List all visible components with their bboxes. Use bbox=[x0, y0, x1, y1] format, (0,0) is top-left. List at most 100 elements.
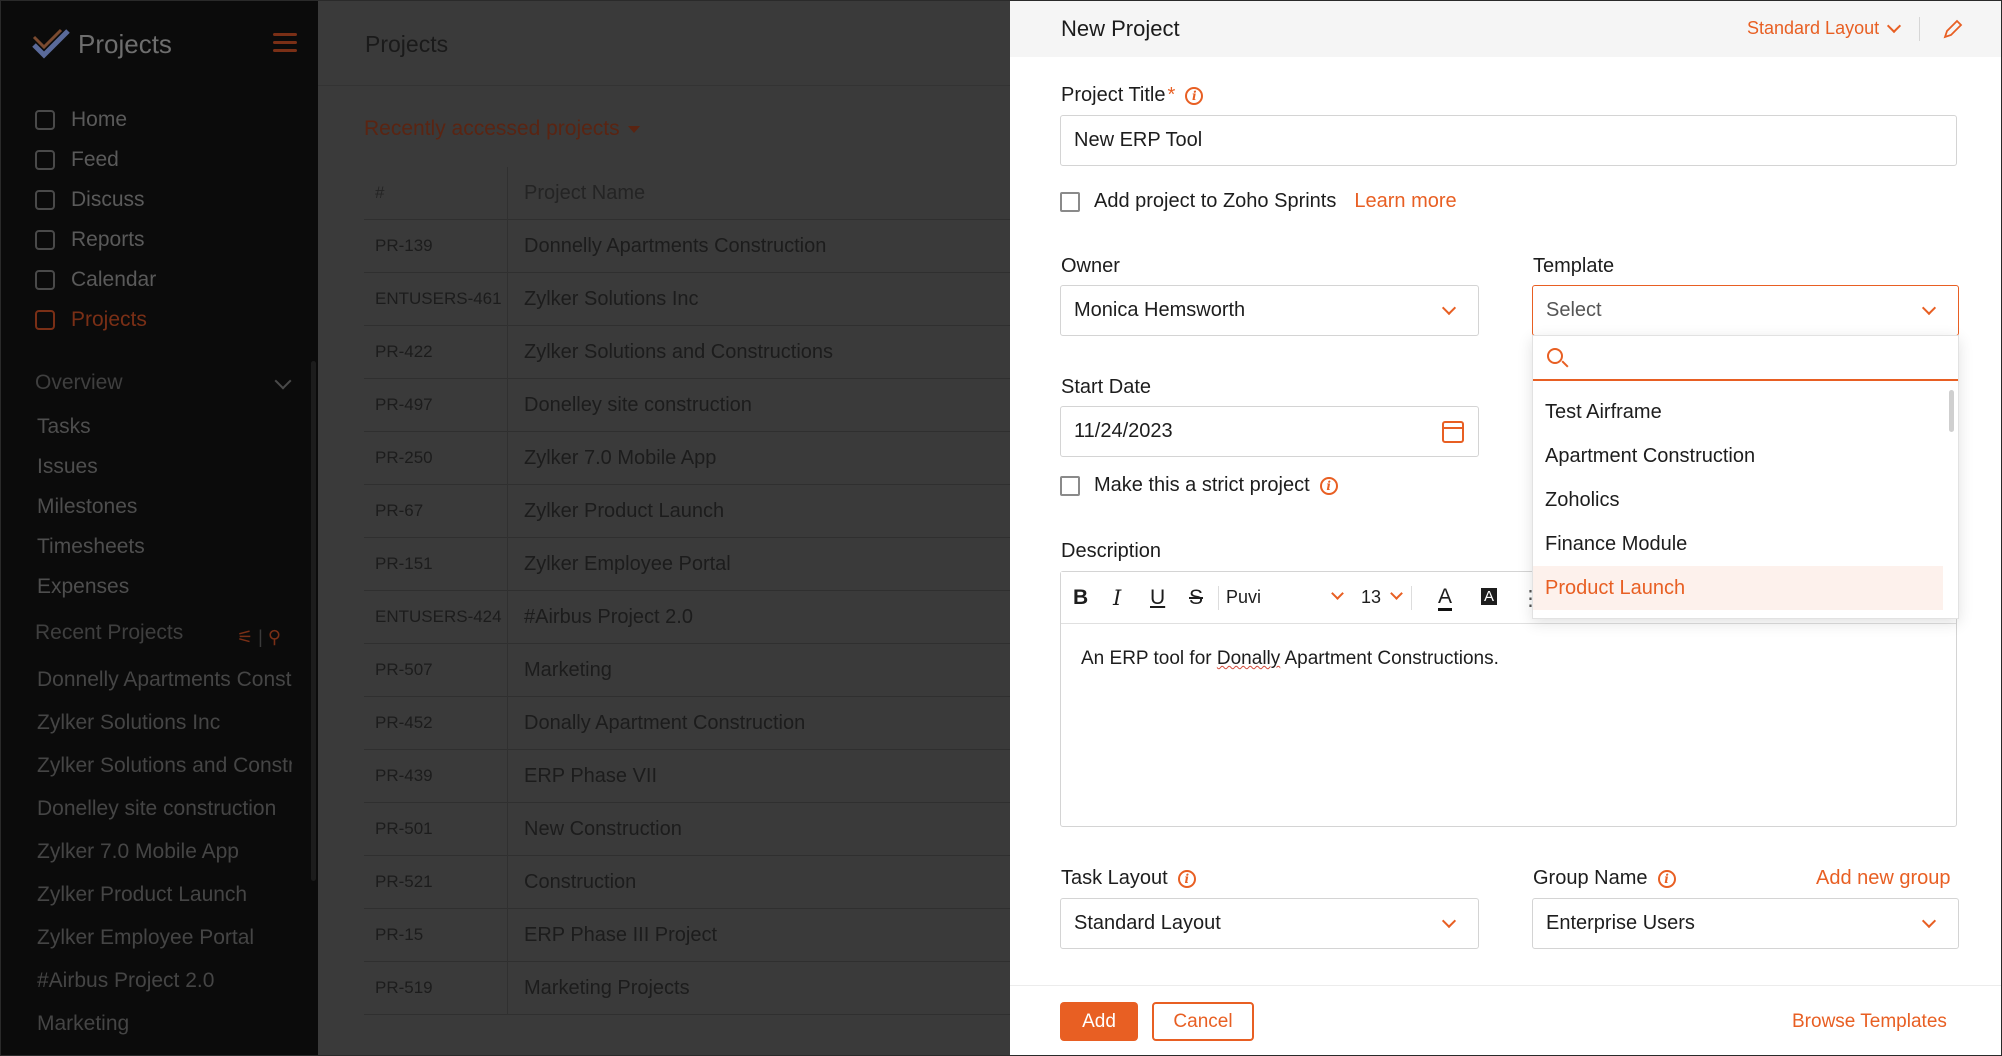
learn-more-link[interactable]: Learn more bbox=[1354, 190, 1456, 213]
add-new-group-link[interactable]: Add new group bbox=[1816, 867, 1951, 890]
table-row[interactable]: PR-439 ERP Phase VII bbox=[364, 750, 1010, 803]
project-name[interactable]: Zylker Product Launch bbox=[524, 500, 724, 523]
recent-project-item[interactable]: Zylker Product Launch bbox=[37, 883, 292, 907]
chevron-down-icon[interactable] bbox=[274, 372, 292, 390]
strikethrough-button[interactable]: S bbox=[1189, 586, 1203, 610]
sidebar-item-calendar[interactable]: Calendar bbox=[35, 265, 156, 295]
recent-projects-dropdown[interactable]: Recently accessed projects bbox=[364, 117, 640, 141]
sidebar-item-projects[interactable]: Projects bbox=[35, 305, 147, 335]
project-name[interactable]: Donelley site construction bbox=[524, 394, 752, 417]
table-row[interactable]: PR-151 Zylker Employee Portal bbox=[364, 538, 1010, 591]
table-row[interactable]: PR-15 ERP Phase III Project bbox=[364, 909, 1010, 962]
project-title-input[interactable]: New ERP Tool bbox=[1060, 115, 1957, 166]
chevron-down-icon[interactable] bbox=[1331, 587, 1344, 600]
recent-project-item[interactable]: #Airbus Project 2.0 bbox=[37, 969, 292, 993]
overview-item[interactable]: Milestones bbox=[37, 495, 137, 519]
template-option[interactable]: Zoholics bbox=[1533, 478, 1943, 522]
sprints-checkbox-label: Add project to Zoho Sprints bbox=[1094, 190, 1337, 212]
chevron-down-icon[interactable] bbox=[1390, 587, 1403, 600]
overview-item[interactable]: Timesheets bbox=[37, 535, 145, 559]
project-name[interactable]: Zylker Solutions and Constructions bbox=[524, 341, 833, 364]
table-row[interactable]: PR-507 Marketing bbox=[364, 644, 1010, 697]
pencil-icon[interactable] bbox=[1941, 17, 1965, 41]
table-row[interactable]: PR-452 Donally Apartment Construction bbox=[364, 697, 1010, 750]
info-icon[interactable]: i bbox=[1319, 476, 1338, 495]
sidebar-item-discuss[interactable]: Discuss bbox=[35, 185, 145, 215]
underline-button[interactable]: U bbox=[1150, 586, 1165, 610]
table-row[interactable]: PR-422 Zylker Solutions and Constructions bbox=[364, 326, 1010, 379]
misspelled-word[interactable]: Donally bbox=[1217, 648, 1280, 669]
project-name[interactable]: Zylker Solutions Inc bbox=[524, 288, 699, 311]
template-option[interactable]: Apartment Construction bbox=[1533, 434, 1943, 478]
start-date-input[interactable]: 11/24/2023 bbox=[1060, 406, 1479, 457]
cancel-button[interactable]: Cancel bbox=[1152, 1002, 1254, 1041]
layout-dropdown[interactable]: Standard Layout bbox=[1747, 18, 1902, 39]
strict-project-checkbox[interactable] bbox=[1060, 475, 1080, 496]
description-content[interactable]: An ERP tool for Donally Apartment Constr… bbox=[1081, 648, 1499, 670]
sidebar-item-feed[interactable]: Feed bbox=[35, 145, 119, 175]
dropdown-scrollbar[interactable] bbox=[1949, 390, 1954, 432]
recent-project-item[interactable]: Zylker Solutions and Constructions bbox=[37, 754, 292, 778]
project-name[interactable]: Marketing Projects bbox=[524, 977, 690, 1000]
add-button[interactable]: Add bbox=[1060, 1002, 1138, 1041]
browse-templates-link[interactable]: Browse Templates bbox=[1792, 1011, 1947, 1033]
search-icon[interactable]: ⚲ bbox=[268, 627, 281, 647]
project-name[interactable]: New Construction bbox=[524, 818, 682, 841]
info-icon[interactable]: i bbox=[1657, 869, 1676, 888]
table-row[interactable]: PR-521 Construction bbox=[364, 856, 1010, 909]
project-name[interactable]: ERP Phase III Project bbox=[524, 924, 717, 947]
bold-button[interactable]: B bbox=[1073, 586, 1088, 610]
menu-toggle-icon[interactable] bbox=[273, 33, 297, 53]
info-icon[interactable]: i bbox=[1185, 86, 1204, 105]
font-size-select[interactable]: 13 bbox=[1361, 587, 1381, 608]
sidebar-item-reports[interactable]: Reports bbox=[35, 225, 145, 255]
task-layout-select[interactable]: Standard Layout bbox=[1060, 898, 1479, 949]
group-name-select[interactable]: Enterprise Users bbox=[1532, 898, 1959, 949]
overview-section[interactable]: Overview bbox=[35, 371, 123, 395]
template-search-input[interactable] bbox=[1533, 336, 1958, 381]
sidebar-scrollbar[interactable] bbox=[311, 361, 316, 881]
table-row[interactable]: PR-497 Donelley site construction bbox=[364, 379, 1010, 432]
font-family-select[interactable]: Puvi bbox=[1226, 587, 1261, 608]
recent-project-item[interactable]: Donelley site construction bbox=[37, 797, 292, 821]
table-row[interactable]: PR-501 New Construction bbox=[364, 803, 1010, 856]
recent-project-item[interactable]: Zylker Solutions Inc bbox=[37, 711, 292, 735]
project-name[interactable]: Zylker 7.0 Mobile App bbox=[524, 447, 716, 470]
table-row[interactable]: ENTUSERS-424 #Airbus Project 2.0 bbox=[364, 591, 1010, 644]
sidebar-item-home[interactable]: Home bbox=[35, 105, 127, 135]
info-icon[interactable]: i bbox=[1177, 869, 1196, 888]
calendar-icon[interactable] bbox=[1442, 421, 1464, 443]
column-header-name[interactable]: Project Name bbox=[524, 182, 645, 205]
template-select[interactable]: Select bbox=[1532, 285, 1959, 336]
project-name[interactable]: Marketing bbox=[524, 659, 612, 682]
highlight-color-button[interactable]: A bbox=[1481, 588, 1498, 605]
overview-item[interactable]: Issues bbox=[37, 455, 98, 479]
overview-item[interactable]: Expenses bbox=[37, 575, 129, 599]
text-color-button[interactable]: A bbox=[1438, 586, 1453, 611]
project-name[interactable]: #Airbus Project 2.0 bbox=[524, 606, 693, 629]
overview-item[interactable]: Tasks bbox=[37, 415, 91, 439]
italic-button[interactable]: I bbox=[1113, 586, 1121, 610]
template-option[interactable]: Test Airframe bbox=[1533, 390, 1943, 434]
template-option[interactable]: Finance Module bbox=[1533, 522, 1943, 566]
table-row[interactable]: ENTUSERS-461 Zylker Solutions Inc bbox=[364, 273, 1010, 326]
table-row[interactable]: PR-139 Donnelly Apartments Construction bbox=[364, 220, 1010, 273]
project-id: PR-501 bbox=[375, 819, 433, 838]
filter-icon[interactable]: ⚟ bbox=[237, 627, 253, 647]
project-name[interactable]: Donnelly Apartments Construction bbox=[524, 235, 826, 258]
template-option[interactable]: Product Launch bbox=[1533, 566, 1943, 610]
table-row[interactable]: PR-67 Zylker Product Launch bbox=[364, 485, 1010, 538]
recent-project-item[interactable]: Zylker 7.0 Mobile App bbox=[37, 840, 292, 864]
sprints-checkbox[interactable] bbox=[1060, 191, 1080, 212]
project-name[interactable]: ERP Phase VII bbox=[524, 765, 657, 788]
project-name[interactable]: Construction bbox=[524, 871, 636, 894]
table-row[interactable]: PR-250 Zylker 7.0 Mobile App bbox=[364, 432, 1010, 485]
project-name[interactable]: Donally Apartment Construction bbox=[524, 712, 805, 735]
recent-project-item[interactable]: Donnelly Apartments Construction bbox=[37, 668, 292, 692]
recent-project-item[interactable]: Zylker Employee Portal bbox=[37, 926, 292, 950]
column-header-id[interactable]: # bbox=[375, 183, 384, 203]
table-row[interactable]: PR-519 Marketing Projects bbox=[364, 962, 1010, 1015]
project-name[interactable]: Zylker Employee Portal bbox=[524, 553, 731, 576]
recent-project-item[interactable]: Marketing bbox=[37, 1012, 292, 1036]
owner-select[interactable]: Monica Hemsworth bbox=[1060, 285, 1479, 336]
